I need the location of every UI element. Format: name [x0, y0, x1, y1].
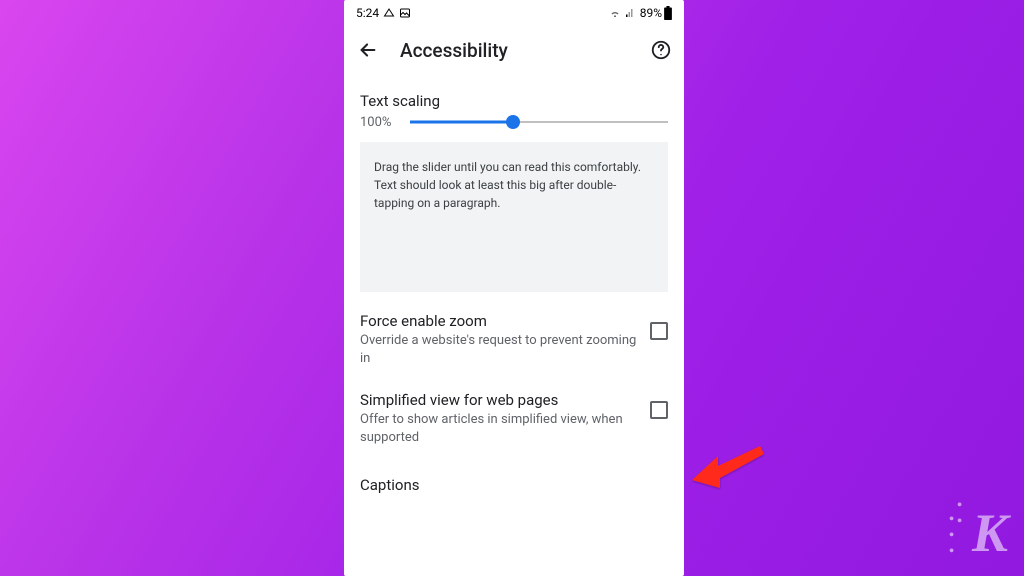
status-right: 89%: [608, 6, 672, 20]
image-icon: [399, 7, 411, 19]
app-bar: Accessibility: [344, 26, 684, 74]
simplified-view-title: Simplified view for web pages: [360, 391, 640, 409]
clock: 5:24: [356, 6, 379, 20]
phone-frame: 5:24 89% Accessibility: [344, 0, 684, 576]
simplified-view-text: Simplified view for web pages Offer to s…: [360, 391, 640, 446]
force-zoom-text: Force enable zoom Override a website's r…: [360, 312, 640, 367]
text-scaling-preview: Drag the slider until you can read this …: [360, 142, 668, 292]
wifi-icon: [608, 7, 622, 19]
simplified-view-checkbox[interactable]: [650, 401, 668, 419]
text-scaling-value: 100%: [360, 115, 400, 130]
watermark-dots: • • •: [949, 512, 958, 560]
text-scaling-label: Text scaling: [360, 92, 668, 110]
settings-content: Text scaling 100% Drag the slider until …: [344, 74, 684, 576]
help-button[interactable]: [648, 37, 674, 63]
page-title: Accessibility: [400, 39, 630, 62]
force-zoom-row[interactable]: Force enable zoom Override a website's r…: [360, 292, 668, 371]
back-button[interactable]: [354, 36, 382, 64]
captions-row[interactable]: Captions: [360, 450, 668, 502]
simplified-view-desc: Offer to show articles in simplified vie…: [360, 411, 640, 446]
battery-percent: 89%: [640, 6, 662, 20]
watermark-letter: K: [972, 503, 1006, 563]
force-zoom-title: Force enable zoom: [360, 312, 640, 330]
help-icon: [650, 39, 672, 61]
annotation-arrow-icon: [690, 432, 770, 502]
signal-icon: [624, 7, 638, 19]
slider-thumb[interactable]: [506, 115, 520, 129]
arrow-left-icon: [357, 39, 379, 61]
simplified-view-row[interactable]: Simplified view for web pages Offer to s…: [360, 371, 668, 450]
status-left: 5:24: [356, 6, 411, 20]
force-zoom-checkbox[interactable]: [650, 322, 668, 340]
force-zoom-desc: Override a website's request to prevent …: [360, 332, 640, 367]
watermark-dots: • •: [957, 498, 966, 530]
watermark: • • • • • K: [972, 502, 1006, 564]
text-scaling-slider[interactable]: [410, 112, 668, 132]
status-bar: 5:24 89%: [344, 0, 684, 26]
battery-icon: [664, 6, 672, 20]
text-scaling-row: 100%: [360, 112, 668, 132]
cloud-icon: [383, 7, 395, 19]
slider-fill: [410, 121, 513, 124]
